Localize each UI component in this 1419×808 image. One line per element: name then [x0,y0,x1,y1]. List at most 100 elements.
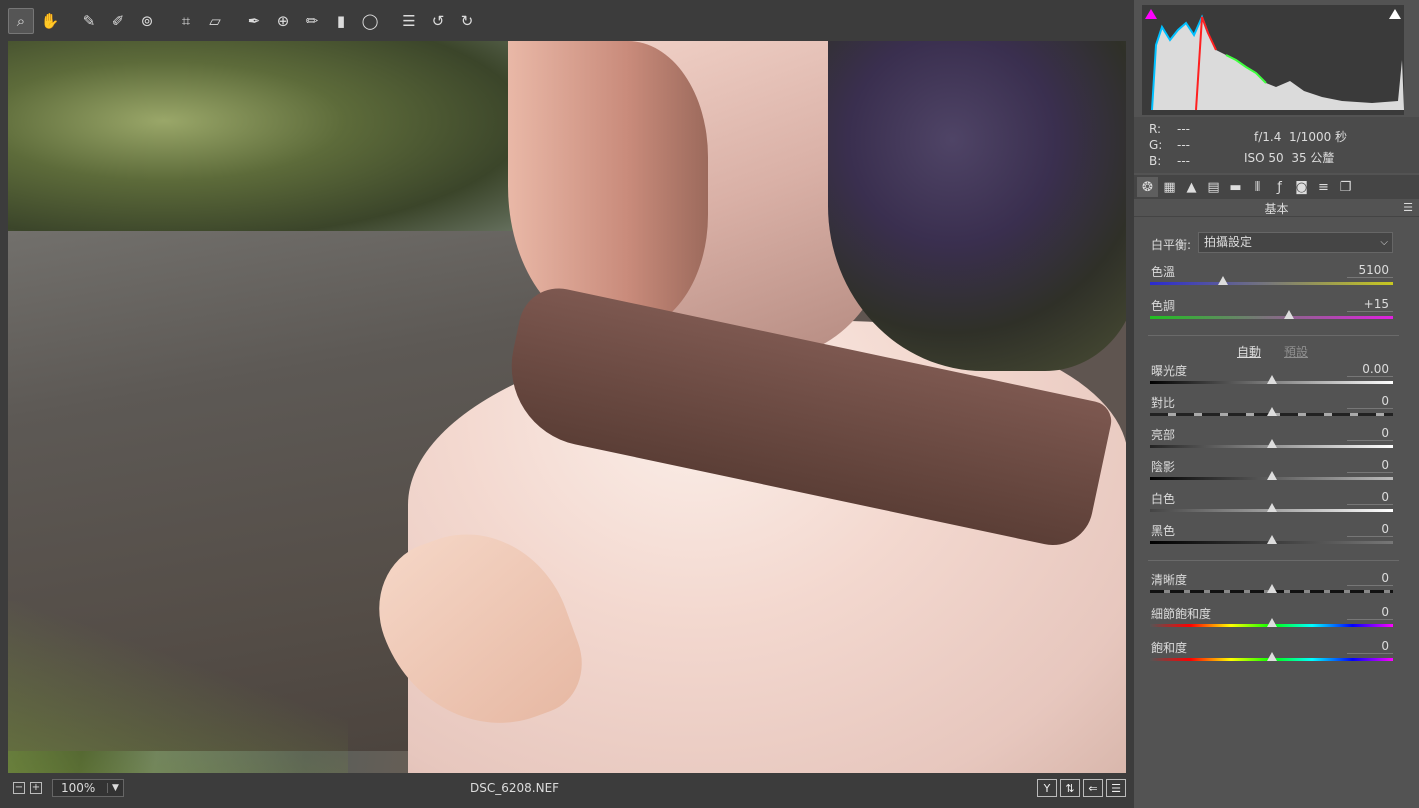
divider [1148,335,1399,336]
shadows-slider-thumb[interactable] [1266,471,1277,480]
swap-settings-icon[interactable]: ⇅ [1060,779,1080,797]
graduated-filter-tool-icon[interactable]: ▮ [328,8,354,34]
whites-label: 白色 [1151,492,1176,506]
tint-label: 色調 [1151,299,1176,313]
g-label: G: [1149,138,1163,152]
temp-value[interactable]: 5100 [1347,263,1393,278]
before-after-icon[interactable]: Y [1037,779,1057,797]
vibrance-slider-thumb[interactable] [1266,618,1277,627]
saturation-slider[interactable] [1150,652,1393,661]
vibrance-value[interactable]: 0 [1347,605,1393,620]
highlight-clipping-icon[interactable] [1389,9,1401,19]
exposure-value[interactable]: 0.00 [1347,362,1393,377]
whites-slider[interactable] [1150,503,1393,512]
crop-tool-icon[interactable]: ⌗ [173,8,199,34]
highlights-slider-thumb[interactable] [1266,439,1277,448]
zoom-out-button[interactable]: − [13,782,25,794]
zoom-tool-icon[interactable]: ⌕ [8,8,34,34]
contrast-slider-thumb[interactable] [1266,407,1277,416]
default-link[interactable]: 預設 [1284,343,1308,360]
photo-bouquet [828,41,1126,371]
effects-tab-icon[interactable]: ƒ [1269,177,1290,197]
whites-slider-thumb[interactable] [1266,503,1277,512]
presets-tab-icon[interactable]: ≡ [1313,177,1334,197]
aperture: f/1.4 [1254,130,1282,144]
tint-value[interactable]: +15 [1347,297,1393,312]
chevron-down-icon: ⌵ [1380,237,1388,248]
filename: DSC_6208.NEF [470,781,560,795]
hand-tool-icon[interactable]: ✋ [37,8,63,34]
preferences-tool-icon[interactable]: ☰ [396,8,422,34]
white-balance-tool-icon[interactable]: ✎ [76,8,102,34]
rotate-right-tool-icon[interactable]: ↻ [454,8,480,34]
r-label: R: [1149,122,1162,136]
contrast-value[interactable]: 0 [1347,394,1393,409]
temp-slider[interactable] [1150,276,1393,285]
highlights-value[interactable]: 0 [1347,426,1393,441]
blacks-value[interactable]: 0 [1347,522,1393,537]
camera-calibration-tab-icon[interactable]: ◙ [1291,177,1312,197]
temp-row: 色溫 5100 [1151,263,1393,280]
adjustment-brush-tool-icon[interactable]: ✏ [299,8,325,34]
blacks-slider[interactable] [1150,535,1393,544]
hsl-tab-icon[interactable]: ▤ [1203,177,1224,197]
shadow-clipping-icon[interactable] [1145,9,1157,19]
blacks-slider-thumb[interactable] [1266,535,1277,544]
exposure-slider-thumb[interactable] [1266,375,1277,384]
color-sampler-tool-icon[interactable]: ✐ [105,8,131,34]
white-balance-value: 拍攝設定 [1204,235,1253,249]
shadows-label: 陰影 [1151,460,1176,474]
split-toning-tab-icon[interactable]: ▬ [1225,177,1246,197]
readout: R: --- G: --- B: --- f/1.4 1/1000 秒 ISO 50 … [1134,117,1419,173]
auto-link[interactable]: 自動 [1237,343,1261,360]
clarity-label: 清晰度 [1151,573,1188,587]
contrast-label: 對比 [1151,396,1176,410]
adjustments-panel: R: --- G: --- B: --- f/1.4 1/1000 秒 ISO 50 … [1134,0,1419,808]
zoom-select[interactable]: 100% ▼ [52,779,124,797]
copy-settings-icon[interactable]: ⇐ [1083,779,1103,797]
radial-filter-tool-icon[interactable]: ◯ [357,8,383,34]
red-eye-tool-icon[interactable]: ⊕ [270,8,296,34]
white-balance-label: 白平衡: [1151,238,1192,252]
snapshots-tab-icon[interactable]: ❐ [1335,177,1356,197]
basic-tab-icon[interactable]: ❂ [1137,177,1158,197]
shutter: 1/1000 秒 [1289,130,1348,144]
rotate-left-tool-icon[interactable]: ↺ [425,8,451,34]
clarity-slider-thumb[interactable] [1266,584,1277,593]
white-balance-select[interactable]: 拍攝設定 ⌵ [1198,232,1393,253]
b-value: --- [1177,154,1190,168]
panel-tabs: ❂ ▦ ▲ ▤ ▬ ⫴ ƒ ◙ ≡ ❐ [1134,175,1419,199]
detail-tab-icon[interactable]: ▲ [1181,177,1202,197]
tint-slider-thumb[interactable] [1283,310,1294,319]
highlights-label: 亮部 [1151,428,1176,442]
toggle-settings-icon[interactable]: ☰ [1106,779,1126,797]
photo-preview[interactable] [8,41,1126,773]
tint-row: 色調 +15 [1151,297,1393,314]
temp-slider-thumb[interactable] [1217,276,1228,285]
whites-value[interactable]: 0 [1347,490,1393,505]
vibrance-label: 細節飽和度 [1151,607,1212,621]
shadows-value[interactable]: 0 [1347,458,1393,473]
clarity-value[interactable]: 0 [1347,571,1393,586]
highlights-slider[interactable] [1150,439,1393,448]
tint-slider[interactable] [1150,310,1393,319]
tone-curve-tab-icon[interactable]: ▦ [1159,177,1180,197]
toolbar: ⌕ ✋ ✎ ✐ ⊚ ⌗ ⏥ ✒ ⊕ ✏ ▮ ◯ ☰ ↺ ↻ [8,5,1126,37]
divider [1148,560,1399,561]
saturation-slider-thumb[interactable] [1266,652,1277,661]
targeted-adjustment-tool-icon[interactable]: ⊚ [134,8,160,34]
panel-menu-icon[interactable]: ☰ [1403,201,1413,214]
spot-removal-tool-icon[interactable]: ✒ [241,8,267,34]
r-value: --- [1177,122,1190,136]
exposure-slider[interactable] [1150,375,1393,384]
saturation-value[interactable]: 0 [1347,639,1393,654]
straighten-tool-icon[interactable]: ⏥ [202,8,228,34]
zoom-in-button[interactable]: + [30,782,42,794]
saturation-label: 飽和度 [1151,641,1188,655]
b-label: B: [1149,154,1162,168]
vibrance-slider[interactable] [1150,618,1393,627]
clarity-slider[interactable] [1150,584,1393,593]
shadows-slider[interactable] [1150,471,1393,480]
contrast-slider[interactable] [1150,407,1393,416]
lens-corrections-tab-icon[interactable]: ⫴ [1247,177,1268,197]
